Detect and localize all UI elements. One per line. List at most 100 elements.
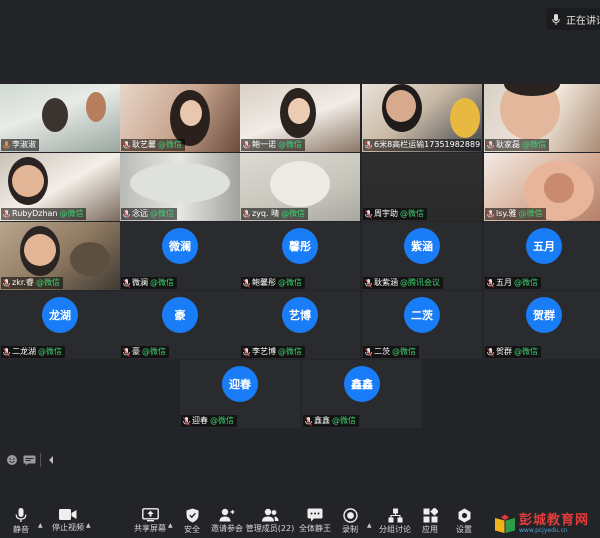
participant-source-tag: @微信 <box>522 140 546 149</box>
participant-tile[interactable]: 鑫鑫 鑫鑫 @微信 <box>302 360 422 428</box>
participant-label: 豪 @微信 <box>121 346 169 358</box>
emoji-icon[interactable] <box>5 453 18 467</box>
participant-name: RubyDzhan <box>12 209 58 218</box>
video-shape <box>24 234 56 266</box>
participant-tile[interactable]: 6米8高栏运输17351982889 <box>362 84 482 152</box>
chat-icon[interactable] <box>22 453 36 467</box>
participant-label: zkr.睿 @微信 <box>1 277 63 289</box>
mic-muted-icon <box>243 278 250 288</box>
share-options-caret[interactable]: ▲ <box>168 522 173 529</box>
participant-label: 李淑淑 <box>1 139 39 151</box>
participant-tile[interactable]: 豪豪 @微信 <box>120 291 240 359</box>
share-screen-button[interactable]: 共享屏幕 <box>132 508 168 538</box>
apps-grid-icon <box>423 508 438 523</box>
participant-source-tag: @微信 <box>150 209 174 218</box>
mic-muted-icon <box>365 278 372 288</box>
participant-label: 贺群 @微信 <box>485 346 541 358</box>
mute-label: 静音 <box>13 525 29 534</box>
participant-tile[interactable]: 耿家磊 @微信 <box>484 84 600 152</box>
participant-tile[interactable]: lsy.雅 @微信 <box>484 153 600 221</box>
invite-button[interactable]: 邀请参会 <box>208 508 246 538</box>
participant-source-tag: @微信 <box>158 140 182 149</box>
participant-label: 念远 @微信 <box>121 208 177 220</box>
participant-tile[interactable]: 二茨二茨 @微信 <box>362 291 482 359</box>
participant-name: 念远 <box>132 209 148 218</box>
collapse-left-icon[interactable] <box>45 453 58 467</box>
participant-tile[interactable]: 馨彤 鲍馨彤 @微信 <box>240 222 360 290</box>
participant-source-tag: @微信 <box>514 278 538 287</box>
add-user-icon <box>219 508 235 522</box>
participant-tile[interactable]: 贺群 贺群 @微信 <box>484 291 600 359</box>
record-options-caret[interactable]: ▲ <box>367 522 372 529</box>
settings-button[interactable]: 设置 <box>452 508 476 538</box>
participant-avatar: 鑫鑫 <box>344 366 380 402</box>
apps-label: 应用 <box>422 525 438 534</box>
mic-muted-icon <box>487 347 494 357</box>
participant-avatar: 五月 <box>526 228 562 264</box>
microphone-icon <box>15 508 27 522</box>
participant-label: 二茨 @微信 <box>363 346 419 358</box>
video-shape <box>12 165 44 197</box>
participant-name: 鲍一诺 <box>252 140 276 149</box>
participant-tile[interactable]: 微澜 微澜 @微信 <box>120 222 240 290</box>
share-screen-icon <box>141 508 159 522</box>
participant-tile[interactable]: 龙湖 二龙湖 @微信 <box>0 291 120 359</box>
participant-tile[interactable]: 五月 五月 @微信 <box>484 222 600 290</box>
mute-options-caret[interactable]: ▲ <box>38 522 43 529</box>
invite-label: 邀请参会 <box>211 524 243 533</box>
participant-name: zkr.睿 <box>12 278 34 287</box>
video-shape <box>130 163 230 203</box>
participant-avatar: 艺博 <box>282 297 318 333</box>
participant-tile[interactable]: 鲍一诺 @微信 <box>240 84 360 152</box>
brand-name: 彭城教育网 <box>519 513 590 528</box>
chat-bar <box>2 451 58 469</box>
participant-tile[interactable]: zyq. 晴 @微信 <box>240 153 360 221</box>
breakout-button[interactable]: 分组讨论 <box>376 508 414 538</box>
participant-tile[interactable]: 念远 @微信 <box>120 153 240 221</box>
mic-muted-icon <box>243 347 250 357</box>
participant-tile[interactable]: 紫涵 耿紫涵 @腾讯会议 <box>362 222 482 290</box>
participant-label: 耿家磊 @微信 <box>485 139 549 151</box>
shield-icon <box>186 508 198 523</box>
participant-name: 贺群 <box>496 347 512 356</box>
chat-button[interactable]: 全体静王 <box>296 508 334 538</box>
share-screen-label: 共享屏幕 <box>134 524 166 533</box>
video-shape <box>544 173 574 203</box>
mic-muted-icon <box>3 209 10 219</box>
participant-tile[interactable]: 耿艺馨 @微信 <box>120 84 240 152</box>
participant-name: 五月 <box>496 278 512 287</box>
record-button[interactable]: 录制 <box>338 508 362 538</box>
stop-video-label: 停止视频 <box>52 523 84 532</box>
members-icon <box>262 508 279 522</box>
mic-muted-icon <box>487 209 494 219</box>
mute-button[interactable]: 静音 <box>6 508 36 538</box>
participant-source-tag: @微信 <box>392 347 416 356</box>
participant-source-tag: @微信 <box>281 209 306 218</box>
participant-source-tag: @腾讯会议 <box>400 278 440 287</box>
mic-muted-icon <box>3 278 10 288</box>
mic-muted-icon <box>243 140 250 150</box>
participant-avatar: 二茨 <box>404 297 440 333</box>
participant-source-tag: @微信 <box>514 347 538 356</box>
mic-muted-icon <box>487 140 494 150</box>
participant-tile[interactable]: 艺博 李艺博 @微信 <box>240 291 360 359</box>
participant-source-tag: @微信 <box>278 140 302 149</box>
mic-muted-icon <box>487 278 494 288</box>
participant-tile[interactable]: 迎春 迎春 @微信 <box>180 360 300 428</box>
participant-name: 迎春 <box>192 416 208 425</box>
participant-source-tag: @微信 <box>35 278 60 287</box>
apps-button[interactable]: 应用 <box>418 508 442 538</box>
mic-muted-icon <box>123 209 130 219</box>
participant-tile[interactable]: 李淑淑 <box>0 84 120 152</box>
video-options-caret[interactable]: ▲ <box>86 522 91 529</box>
stop-video-button[interactable]: 停止视频 <box>50 508 86 538</box>
manage-members-button[interactable]: 管理成员(22) <box>246 508 294 538</box>
participant-tile[interactable]: 周宇助 @微信 <box>362 153 482 221</box>
participant-name: 耿紫涵 <box>374 278 398 287</box>
video-shape <box>386 90 416 122</box>
video-shape <box>270 161 330 207</box>
participant-tile[interactable]: RubyDzhan @微信 <box>0 153 120 221</box>
participant-avatar: 微澜 <box>162 228 198 264</box>
security-button[interactable]: 安全 <box>180 508 204 538</box>
participant-tile[interactable]: zkr.睿 @微信 <box>0 222 120 290</box>
